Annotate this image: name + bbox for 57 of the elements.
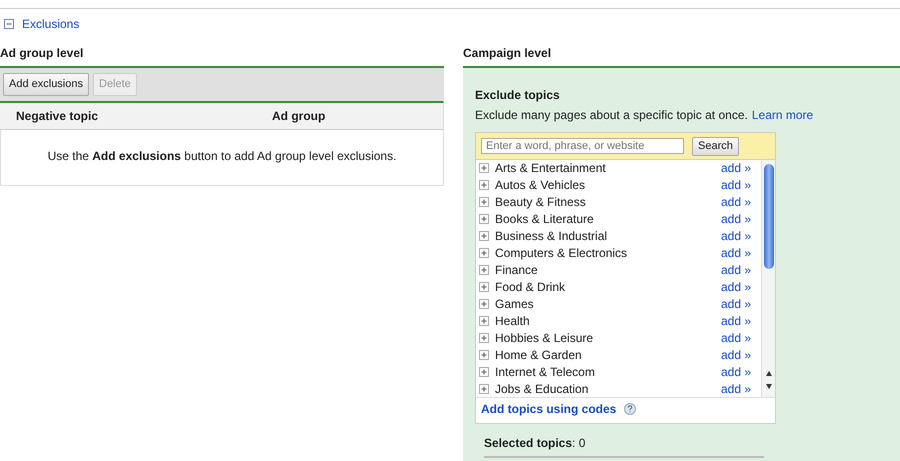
add-link[interactable]: add » — [720, 330, 751, 346]
expand-icon[interactable] — [479, 299, 489, 309]
topic-label: Health — [495, 312, 531, 330]
topic-label: Jobs & Education — [495, 380, 590, 396]
section-link[interactable]: Exclusions — [22, 15, 80, 33]
add-link[interactable]: add » — [720, 210, 751, 228]
expand-icon[interactable] — [479, 214, 489, 224]
topic-label: Games — [495, 296, 535, 312]
add-link[interactable]: add » — [720, 228, 751, 244]
selected-count: Selected topics: 0 — [484, 434, 764, 458]
expand-icon[interactable] — [479, 231, 489, 241]
add-link[interactable]: add » — [720, 194, 751, 210]
expand-icon[interactable] — [479, 248, 489, 258]
search-button[interactable]: Search — [692, 137, 739, 156]
topic-label: Beauty & Fitness — [495, 194, 587, 210]
search-field[interactable]: Enter a word, phrase, or website — [481, 138, 684, 154]
learn-more-link[interactable]: Learn more — [752, 106, 814, 124]
expand-icon[interactable] — [479, 282, 489, 292]
topic-label: Business & Industrial — [495, 228, 608, 244]
topic-label: Food & Drink — [495, 278, 566, 296]
add-link[interactable]: add » — [720, 278, 751, 296]
add-link[interactable]: add » — [720, 160, 751, 176]
topic-label: Autos & Vehicles — [495, 176, 586, 194]
expand-icon[interactable] — [479, 180, 489, 190]
add-link[interactable]: add » — [720, 364, 751, 380]
empty-message: Use the Add exclusions button to add Ad group level exclusions. — [48, 148, 396, 162]
add-link[interactable]: add » — [720, 262, 751, 278]
codes-link[interactable]: Add topics using codes — [481, 400, 616, 418]
add-link[interactable]: add » — [720, 312, 751, 330]
expand-icon[interactable] — [479, 367, 489, 377]
topic-label: Home & Garden — [495, 346, 583, 364]
add-link[interactable]: add » — [720, 296, 751, 312]
add-link[interactable]: add » — [720, 380, 751, 396]
expand-icon[interactable] — [479, 333, 489, 343]
expand-icon[interactable] — [479, 197, 489, 207]
description: Exclude many pages about a specific topic at once. — [475, 107, 748, 124]
column-header: Ad group — [271, 108, 326, 124]
column-header: Negative topic — [15, 108, 100, 124]
add-link[interactable]: add » — [720, 244, 751, 262]
add-link[interactable]: add » — [720, 176, 751, 194]
scrollbar[interactable] — [761, 160, 775, 396]
expand-icon[interactable] — [479, 163, 489, 173]
expand-icon[interactable] — [479, 384, 489, 394]
topic-label: Internet & Telecom — [495, 364, 596, 380]
expand-icon[interactable] — [479, 350, 489, 360]
topic-label: Arts & Entertainment — [495, 160, 607, 176]
collapse-icon[interactable] — [4, 19, 14, 29]
add-link[interactable]: add » — [720, 346, 751, 364]
topic-label: Computers & Electronics — [495, 244, 628, 262]
expand-icon[interactable] — [479, 316, 489, 326]
topic-label: Finance — [495, 262, 539, 278]
add-button[interactable]: Add exclusions — [3, 73, 89, 96]
panel-title: Exclude topics — [475, 87, 561, 104]
topic-label: Hobbies & Leisure — [495, 330, 594, 346]
topic-label: Books & Literature — [495, 210, 595, 228]
help-icon[interactable] — [624, 402, 636, 414]
expand-icon[interactable] — [479, 265, 489, 275]
